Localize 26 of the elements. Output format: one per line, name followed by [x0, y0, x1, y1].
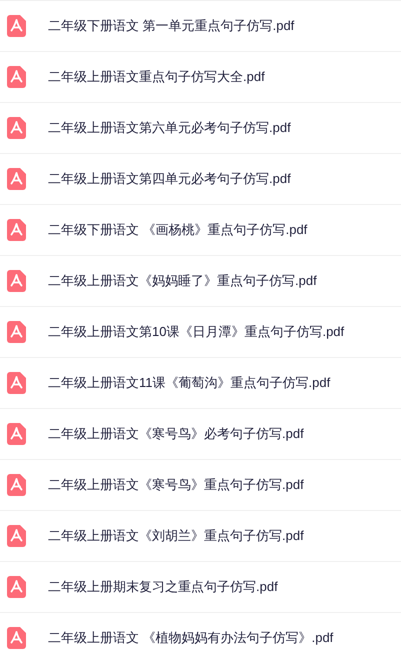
file-name[interactable]: 二年级上册语文《妈妈睡了》重点句子仿写.pdf [48, 271, 317, 291]
file-name[interactable]: 二年级上册语文 《植物妈妈有办法句子仿写》.pdf [48, 628, 334, 648]
pdf-file-icon [7, 270, 26, 292]
pdf-file-icon [7, 423, 26, 445]
file-name[interactable]: 二年级上册语文《寒号鸟》重点句子仿写.pdf [48, 475, 304, 495]
pdf-file-icon [7, 168, 26, 190]
file-name[interactable]: 二年级下册语文 第一单元重点句子仿写.pdf [48, 16, 294, 36]
file-name[interactable]: 二年级上册语文重点句子仿写大全.pdf [48, 67, 265, 87]
pdf-file-icon [7, 321, 26, 343]
pdf-file-icon [7, 15, 26, 37]
pdf-file-icon [7, 117, 26, 139]
pdf-file-icon [7, 372, 26, 394]
file-name[interactable]: 二年级上册语文11课《葡萄沟》重点句子仿写.pdf [48, 373, 330, 393]
pdf-file-icon [7, 219, 26, 241]
file-name[interactable]: 二年级上册语文《寒号鸟》必考句子仿写.pdf [48, 424, 304, 444]
file-name[interactable]: 二年级下册语文 《画杨桃》重点句子仿写.pdf [48, 220, 308, 240]
pdf-file-icon [7, 66, 26, 88]
pdf-file-icon [7, 576, 26, 598]
file-name[interactable]: 二年级上册语文第四单元必考句子仿写.pdf [48, 169, 291, 189]
file-name[interactable]: 二年级上册语文《刘胡兰》重点句子仿写.pdf [48, 526, 304, 546]
pdf-file-icon [7, 627, 26, 649]
pdf-file-icon [7, 474, 26, 496]
file-name[interactable]: 二年级上册期末复习之重点句子仿写.pdf [48, 577, 278, 597]
file-name[interactable]: 二年级上册语文第六单元必考句子仿写.pdf [48, 118, 291, 138]
pdf-file-icon [7, 525, 26, 547]
file-name[interactable]: 二年级上册语文第10课《日月潭》重点句子仿写.pdf [48, 322, 344, 342]
